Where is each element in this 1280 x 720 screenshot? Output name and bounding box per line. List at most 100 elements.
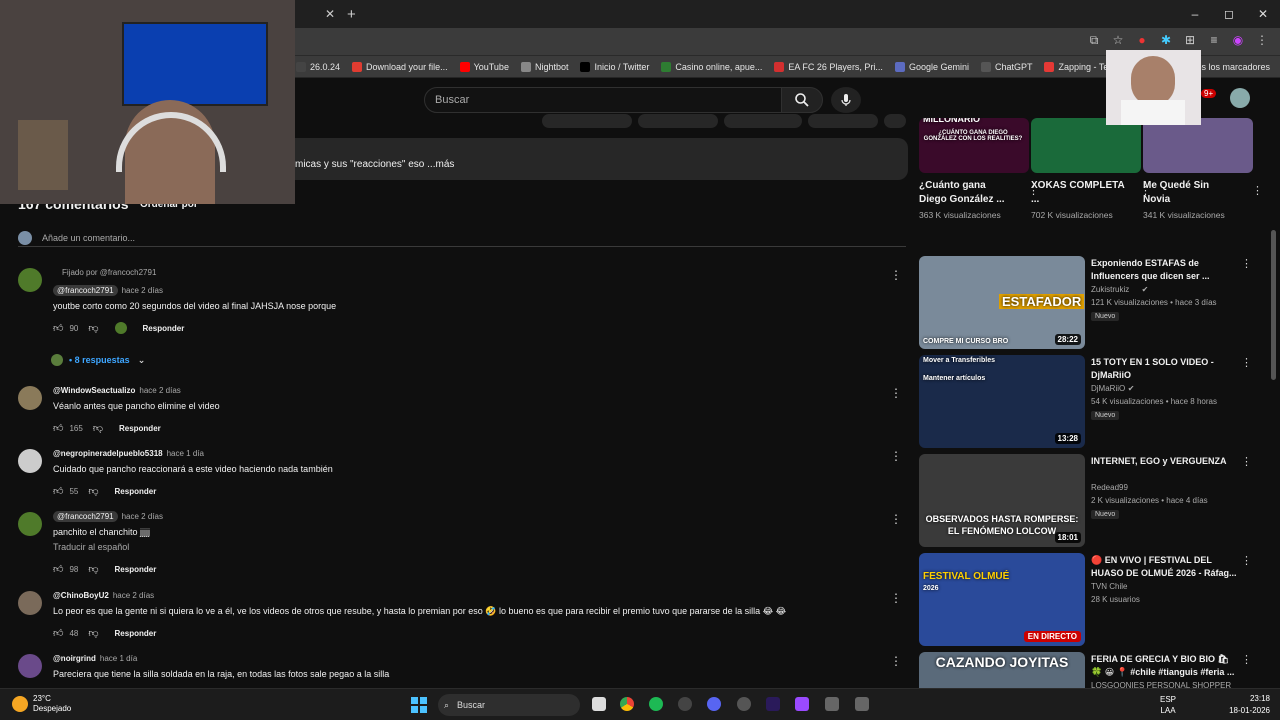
video-thumbnail[interactable]: [1143, 118, 1253, 173]
bookmark-item[interactable]: Download your file...: [352, 61, 448, 72]
avatar[interactable]: [18, 449, 42, 473]
video-title[interactable]: FERIA DE GRECIA Y BIO BIO 🛍 🍀 😀 📍 #chile…: [1091, 653, 1239, 679]
comment-time[interactable]: hace 2 días: [139, 386, 180, 395]
video-card[interactable]: FESTIVAL OLMUÉ 2026 EN DIRECTO 🔴 EN VIVO | …: [919, 553, 1259, 649]
video-title[interactable]: INTERNET, EGO y VERGUENZA: [1091, 455, 1239, 468]
action-button[interactable]: [542, 114, 632, 128]
extensions-puzzle-icon[interactable]: ⊞: [1182, 32, 1198, 48]
system-clock[interactable]: 23:18 18-01-2026: [1229, 693, 1270, 717]
comment-menu-icon[interactable]: ⋮: [890, 654, 902, 668]
like-icon[interactable]: 👍︎: [53, 563, 63, 575]
video-thumbnail[interactable]: ESTAFADOR COMPRE MI CURSO BRO 28:22: [919, 256, 1085, 349]
install-app-icon[interactable]: ⧉: [1086, 32, 1102, 48]
reply-button[interactable]: Responder: [115, 629, 157, 638]
comment-author[interactable]: @negropineradelpueblo5318: [53, 449, 163, 458]
add-comment-field[interactable]: Añade un comentario...: [18, 229, 906, 247]
dislike-icon[interactable]: 👎︎: [93, 422, 103, 434]
like-icon[interactable]: 👍︎: [53, 485, 63, 497]
dislike-icon[interactable]: 👎︎: [88, 322, 98, 334]
comment-menu-icon[interactable]: ⋮: [890, 386, 902, 400]
comment-time[interactable]: hace 1 día: [167, 449, 204, 458]
channel-name[interactable]: TVN Chile: [1091, 582, 1127, 591]
comment-author[interactable]: @francoch2791: [53, 285, 118, 296]
video-menu-icon[interactable]: ⋮: [1241, 653, 1252, 666]
comment-menu-icon[interactable]: ⋮: [890, 268, 902, 282]
video-thumbnail[interactable]: FESTIVAL OLMUÉ 2026 EN DIRECTO: [919, 553, 1085, 646]
comment-menu-icon[interactable]: ⋮: [890, 512, 902, 526]
video-menu-icon[interactable]: ⋮: [1241, 554, 1252, 567]
video-card[interactable]: ESTAFADOR COMPRE MI CURSO BRO 28:22 Exponie…: [919, 256, 1259, 352]
bookmark-item[interactable]: YouTube: [459, 61, 509, 72]
avatar[interactable]: [18, 591, 42, 615]
bookmark-star-icon[interactable]: ☆: [1110, 32, 1126, 48]
video-thumbnail[interactable]: MILLONARIO ¿CUÁNTO GANA DIEGO GONZÁLEZ CO…: [919, 118, 1029, 173]
minimize-button[interactable]: –: [1178, 0, 1212, 28]
like-icon[interactable]: 👍︎: [53, 627, 63, 639]
video-title[interactable]: 15 TOTY EN 1 SOLO VIDEO - DjMaRiiO: [1091, 356, 1239, 382]
avatar[interactable]: [18, 268, 42, 292]
avatar[interactable]: [18, 512, 42, 536]
weather-widget[interactable]: 23°C Despejado: [12, 694, 71, 714]
file-explorer-icon[interactable]: [592, 697, 606, 711]
dislike-icon[interactable]: 👎︎: [88, 485, 98, 497]
bookmark-item[interactable]: Google Gemini: [894, 61, 969, 72]
scrollbar[interactable]: [1271, 230, 1276, 380]
windows-start-icon[interactable]: [411, 697, 427, 713]
channel-name[interactable]: DjMaRiiO: [1091, 384, 1125, 393]
view-replies-button[interactable]: • 8 respuestas ⌄: [51, 354, 145, 366]
premiere-icon[interactable]: [766, 697, 780, 711]
channel-name[interactable]: Redead99: [1091, 483, 1128, 492]
extension-icon[interactable]: ✱: [1158, 32, 1174, 48]
app-icon[interactable]: [678, 697, 692, 711]
action-button[interactable]: [724, 114, 802, 128]
search-input[interactable]: Buscar: [424, 87, 782, 113]
browser-menu-icon[interactable]: ⋮: [1254, 32, 1270, 48]
bookmark-item[interactable]: Nightbot: [520, 61, 568, 72]
tab-close-icon[interactable]: ✕: [325, 7, 335, 21]
video-title[interactable]: XOKAS COMPLETA ...: [1031, 179, 1127, 207]
video-title[interactable]: 🔴 EN VIVO | FESTIVAL DEL HUASO DE OLMUÉ …: [1091, 554, 1239, 580]
comment-time[interactable]: hace 2 días: [122, 286, 163, 295]
description-more-link[interactable]: ...más: [427, 159, 454, 170]
comment-author[interactable]: @WindowSeactualizo: [53, 386, 135, 395]
avatar[interactable]: [18, 386, 42, 410]
app-icon[interactable]: [855, 697, 869, 711]
video-title[interactable]: Me Quedé Sin Novia: [1143, 179, 1239, 207]
video-thumbnail[interactable]: OBSERVADOS HASTA ROMPERSE: EL FENÓMENO LO…: [919, 454, 1085, 547]
video-thumbnail[interactable]: [1031, 118, 1141, 173]
dislike-icon[interactable]: 👎︎: [88, 563, 98, 575]
comment-menu-icon[interactable]: ⋮: [890, 591, 902, 605]
video-card[interactable]: OBSERVADOS HASTA ROMPERSE: EL FENÓMENO LO…: [919, 454, 1259, 550]
channel-name[interactable]: Zukistrukiz: [1091, 285, 1129, 294]
video-title[interactable]: Exponiendo ESTAFAS de Influencers que di…: [1091, 257, 1239, 283]
chrome-icon[interactable]: [620, 697, 634, 711]
action-button[interactable]: [638, 114, 718, 128]
spotify-icon[interactable]: [649, 697, 663, 711]
avatar[interactable]: [18, 654, 42, 678]
bookmark-item[interactable]: Inicio / Twitter: [580, 61, 649, 72]
all-bookmarks-folder[interactable]: dos los marcadores: [1191, 62, 1270, 72]
extension-icon[interactable]: ●: [1134, 32, 1150, 48]
reply-button[interactable]: Responder: [115, 565, 157, 574]
user-avatar[interactable]: [1230, 88, 1250, 108]
video-thumbnail[interactable]: Mantener artículos Mover a Transferibles 1…: [919, 355, 1085, 448]
comment-author[interactable]: @francoch2791: [53, 511, 118, 522]
comment-time[interactable]: hace 2 días: [113, 591, 154, 600]
video-menu-icon[interactable]: ⋮: [1241, 257, 1252, 270]
app-icon[interactable]: [795, 697, 809, 711]
new-tab-icon[interactable]: +: [347, 6, 356, 23]
reply-button[interactable]: Responder: [119, 424, 161, 433]
action-button[interactable]: [808, 114, 878, 128]
video-menu-icon[interactable]: ⋮: [1241, 356, 1252, 369]
video-menu-icon[interactable]: ⋮: [1241, 455, 1252, 468]
video-menu-icon[interactable]: ⋮: [1252, 184, 1263, 197]
profile-icon[interactable]: ◉: [1230, 32, 1246, 48]
comment-time[interactable]: hace 2 días: [122, 512, 163, 521]
like-icon[interactable]: 👍︎: [53, 322, 63, 334]
comment-author[interactable]: @noirgrind: [53, 654, 96, 663]
restore-button[interactable]: ◻: [1212, 0, 1246, 28]
video-card[interactable]: Mantener artículos Mover a Transferibles 1…: [919, 355, 1259, 451]
reply-button[interactable]: Responder: [115, 487, 157, 496]
app-icon[interactable]: [825, 697, 839, 711]
voice-search-button[interactable]: [831, 87, 861, 113]
